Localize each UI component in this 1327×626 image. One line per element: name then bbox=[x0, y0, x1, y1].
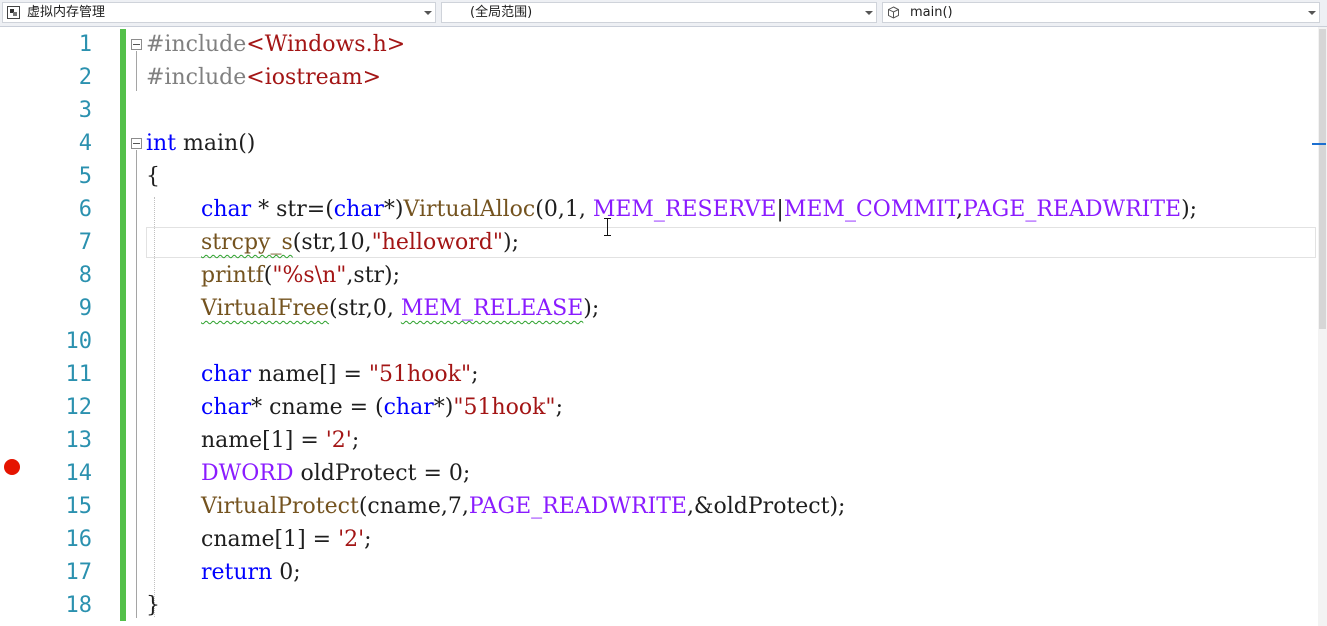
code-line-5: { bbox=[146, 164, 160, 189]
outline-guide bbox=[136, 150, 137, 618]
line-number: 1 bbox=[78, 32, 92, 57]
navigation-bar: 虚拟内存管理 (全局范围) main() bbox=[0, 0, 1327, 27]
line-number: 9 bbox=[78, 296, 92, 321]
line-number: 8 bbox=[78, 263, 92, 288]
project-dropdown[interactable]: 虚拟内存管理 bbox=[2, 2, 436, 23]
code-line-13: name[1] = '2'; bbox=[201, 428, 360, 453]
code-line-8: printf("%s\n",str); bbox=[201, 263, 401, 288]
scrollbar-thumb[interactable] bbox=[1319, 29, 1326, 329]
project-icon bbox=[7, 6, 20, 19]
member-cube-icon bbox=[888, 6, 899, 19]
code-line-18: } bbox=[146, 593, 160, 618]
collapse-icon[interactable] bbox=[131, 39, 142, 50]
text-cursor-icon bbox=[604, 218, 611, 236]
scope-dropdown[interactable]: (全局范围) bbox=[441, 2, 877, 23]
code-line-17: return 0; bbox=[201, 560, 301, 585]
indent-guide bbox=[154, 197, 155, 617]
chevron-down-icon bbox=[1308, 11, 1316, 15]
code-line-12: char* cname = (char*)"51hook"; bbox=[201, 395, 563, 420]
line-number: 6 bbox=[78, 197, 92, 222]
code-line-1: #include<Windows.h> bbox=[146, 32, 406, 57]
chevron-down-icon bbox=[424, 11, 432, 15]
line-number: 4 bbox=[78, 131, 92, 156]
line-number: 5 bbox=[78, 164, 92, 189]
change-tracking-bar bbox=[120, 29, 126, 621]
line-number: 10 bbox=[65, 329, 93, 354]
line-number: 17 bbox=[65, 560, 93, 585]
chevron-down-icon bbox=[865, 11, 873, 15]
line-number: 16 bbox=[65, 527, 93, 552]
code-line-6: char * str=(char*)VirtualAlloc(0,1, MEM_… bbox=[201, 197, 1198, 222]
line-number: 11 bbox=[65, 362, 93, 387]
project-dropdown-label: 虚拟内存管理 bbox=[27, 5, 106, 20]
scrollbar-caret-marker bbox=[1312, 143, 1326, 145]
line-number: 15 bbox=[65, 494, 93, 519]
code-line-7: strcpy_s(str,10,"helloword"); bbox=[201, 230, 519, 255]
line-number: 13 bbox=[65, 428, 93, 453]
collapse-icon[interactable] bbox=[131, 138, 142, 149]
line-number: 12 bbox=[65, 395, 93, 420]
scope-dropdown-label: (全局范围) bbox=[470, 5, 533, 20]
line-number: 18 bbox=[65, 593, 93, 618]
code-line-16: cname[1] = '2'; bbox=[201, 527, 372, 552]
member-dropdown-label: main() bbox=[910, 5, 953, 20]
breakpoint-icon[interactable] bbox=[4, 459, 20, 475]
outline-guide bbox=[136, 51, 137, 91]
code-line-2: #include<iostream> bbox=[146, 65, 382, 90]
code-editor[interactable]: 1 2 3 4 5 6 7 8 9 10 11 12 13 14 15 16 1… bbox=[0, 27, 1327, 626]
code-line-14: DWORD oldProtect = 0; bbox=[201, 461, 471, 486]
line-number: 2 bbox=[78, 65, 92, 90]
code-line-4: int main() bbox=[146, 131, 256, 156]
code-line-11: char name[] = "51hook"; bbox=[201, 362, 479, 387]
line-number: 14 bbox=[65, 461, 93, 486]
code-line-15: VirtualProtect(cname,7,PAGE_READWRITE,&o… bbox=[201, 494, 846, 519]
code-line-9: VirtualFree(str,0, MEM_RELEASE); bbox=[201, 296, 600, 321]
line-number: 7 bbox=[78, 230, 92, 255]
line-number: 3 bbox=[78, 98, 92, 123]
vertical-scrollbar[interactable] bbox=[1312, 27, 1327, 626]
member-dropdown[interactable]: main() bbox=[882, 2, 1320, 23]
